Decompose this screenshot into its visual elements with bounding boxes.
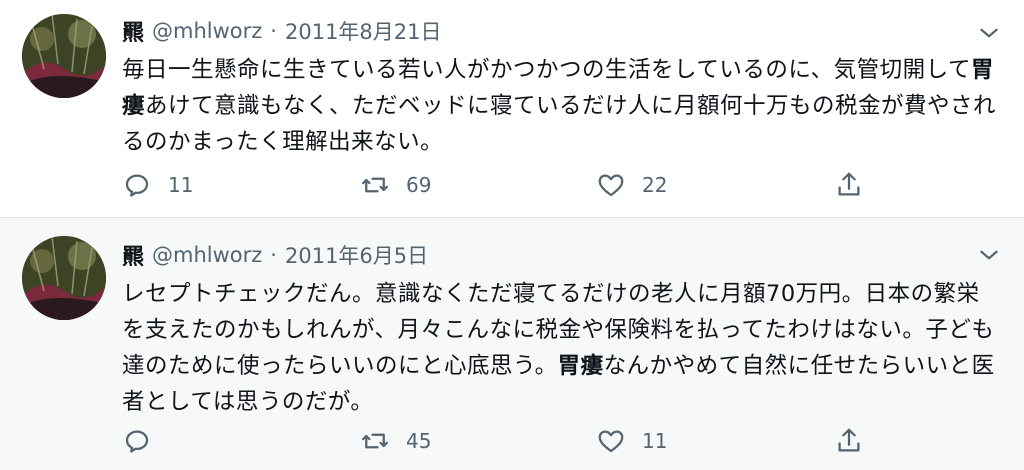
tweet-header: 羆 @mhlworz · 2011年6月5日 — [122, 240, 428, 270]
tweet-text-highlight: 胃瘻 — [557, 353, 604, 379]
tweet-actions: 11 69 22 — [122, 168, 862, 202]
tweet-text-part: あけて意識もなく、ただベッドに寝ているだけ人に月額何十万もの税金が費やされるのか… — [122, 93, 997, 155]
retweet-icon — [362, 433, 388, 449]
heart-icon — [598, 174, 624, 197]
retweet-button[interactable]: 69 — [360, 168, 431, 202]
tweet-text: 毎日一生懸命に生きている若い人がかつかつの生活をしているのに、気管切開して胃瘻あ… — [122, 52, 1002, 160]
reply-count: 11 — [168, 173, 194, 197]
reply-button[interactable] — [122, 424, 168, 458]
tweet-actions: 45 11 — [122, 424, 862, 458]
avatar[interactable] — [22, 236, 106, 320]
tweet[interactable]: 羆 @mhlworz · 2011年6月5日 レセプトチェックだん。意識なくただ… — [0, 218, 1024, 470]
like-count: 22 — [642, 173, 668, 197]
share-icon — [838, 428, 860, 452]
avatar[interactable] — [22, 14, 106, 98]
author-name[interactable]: 羆 — [122, 239, 144, 271]
reply-icon — [125, 174, 149, 197]
retweet-icon — [362, 177, 388, 193]
tweet-text-part: 毎日一生懸命に生きている若い人がかつかつの生活をしているのに、気管切開して — [122, 57, 971, 83]
reply-icon — [125, 430, 149, 453]
tweet-header: 羆 @mhlworz · 2011年8月21日 — [122, 16, 442, 46]
author-handle[interactable]: @mhlworz — [152, 243, 262, 267]
like-button[interactable]: 11 — [596, 424, 667, 458]
retweet-count: 45 — [406, 429, 432, 453]
tweet[interactable]: 羆 @mhlworz · 2011年8月21日 毎日一生懸命に生きている若い人が… — [0, 0, 1024, 218]
retweet-button[interactable]: 45 — [360, 424, 431, 458]
tweet-date[interactable]: 2011年6月5日 — [285, 240, 428, 270]
heart-icon — [598, 430, 624, 453]
reply-button[interactable]: 11 — [122, 168, 193, 202]
tweet-date[interactable]: 2011年8月21日 — [285, 16, 442, 46]
tweet-text: レセプトチェックだん。意識なくただ寝てるだけの老人に月額70万円。日本の繁栄を支… — [122, 276, 1002, 420]
like-button[interactable]: 22 — [596, 168, 667, 202]
author-name[interactable]: 羆 — [122, 15, 144, 47]
share-button[interactable] — [834, 168, 864, 202]
chevron-down-icon[interactable] — [976, 242, 1002, 268]
share-icon — [838, 172, 860, 196]
author-handle[interactable]: @mhlworz — [152, 19, 262, 43]
avatar-image — [22, 14, 106, 98]
separator: · — [270, 243, 277, 267]
avatar-image — [22, 236, 106, 320]
separator: · — [270, 19, 277, 43]
chevron-down-icon[interactable] — [976, 20, 1002, 46]
retweet-count: 69 — [406, 173, 432, 197]
like-count: 11 — [642, 429, 668, 453]
share-button[interactable] — [834, 424, 864, 458]
